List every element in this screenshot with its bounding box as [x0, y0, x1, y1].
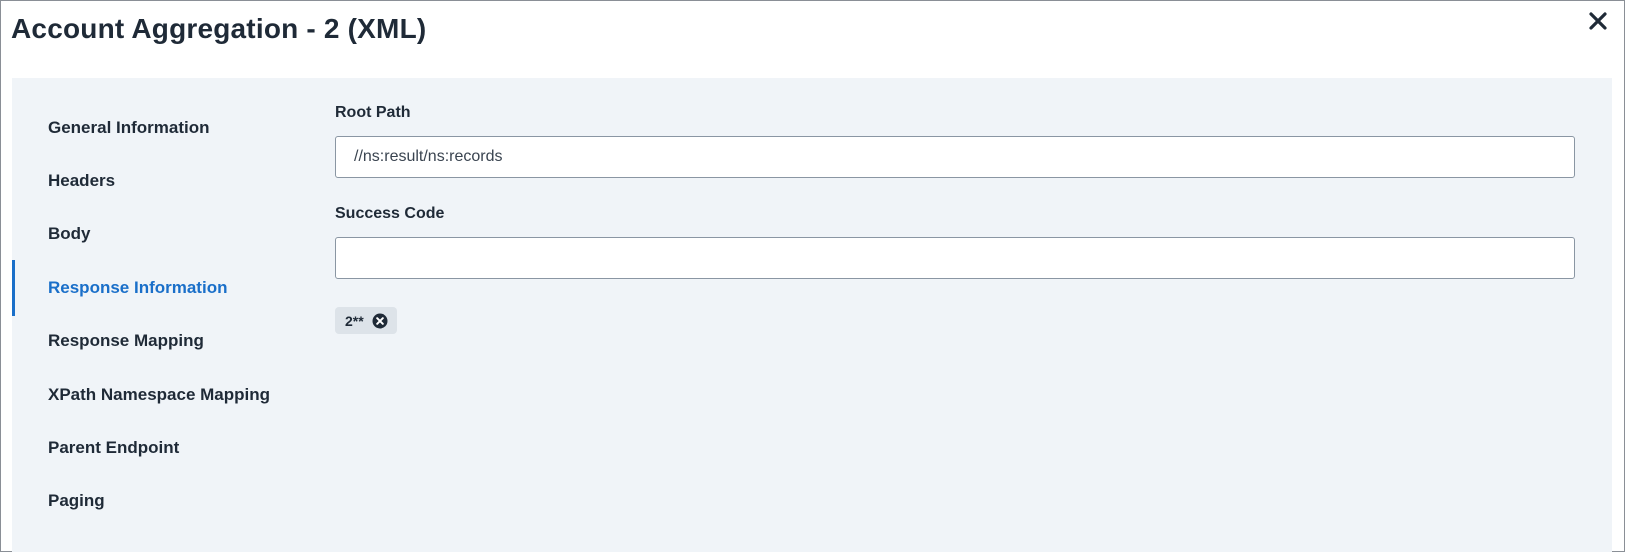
- sidebar-item-body[interactable]: Body: [12, 206, 312, 262]
- sidebar-item-label: Body: [48, 224, 91, 243]
- sidebar-nav: General Information Headers Body Respons…: [12, 78, 312, 552]
- root-path-label: Root Path: [335, 104, 411, 121]
- dialog-title: Account Aggregation - 2 (XML): [11, 13, 427, 44]
- success-code-label: Success Code: [335, 205, 445, 222]
- sidebar-item-response-information[interactable]: Response Information: [12, 260, 312, 316]
- close-icon: [1589, 12, 1607, 30]
- sidebar-item-label: Response Information: [48, 278, 228, 297]
- sidebar-item-label: Paging: [48, 491, 105, 510]
- success-code-input[interactable]: [335, 237, 1575, 279]
- sidebar-item-label: XPath Namespace Mapping: [48, 385, 271, 404]
- sidebar-item-xpath-namespace-mapping[interactable]: XPath Namespace Mapping: [12, 367, 312, 423]
- chip-label: 2**: [345, 312, 364, 329]
- sidebar-item-general-information[interactable]: General Information: [12, 100, 312, 156]
- sidebar-item-label: General Information: [48, 118, 210, 137]
- close-button[interactable]: [1584, 7, 1612, 35]
- sidebar-item-headers[interactable]: Headers: [12, 153, 312, 209]
- sidebar-item-label: Parent Endpoint: [48, 438, 180, 457]
- sidebar-item-response-mapping[interactable]: Response Mapping: [12, 313, 312, 369]
- remove-circle-icon[interactable]: [372, 313, 388, 329]
- sidebar-item-paging[interactable]: Paging: [12, 473, 312, 529]
- content-panel: General Information Headers Body Respons…: [12, 78, 1612, 552]
- sidebar-item-label: Headers: [48, 171, 116, 190]
- sidebar-item-parent-endpoint[interactable]: Parent Endpoint: [12, 420, 312, 476]
- success-code-chip: 2**: [335, 307, 397, 334]
- sidebar-item-label: Response Mapping: [48, 331, 204, 350]
- root-path-input[interactable]: [335, 136, 1575, 178]
- dialog: Account Aggregation - 2 (XML) General In…: [0, 0, 1625, 552]
